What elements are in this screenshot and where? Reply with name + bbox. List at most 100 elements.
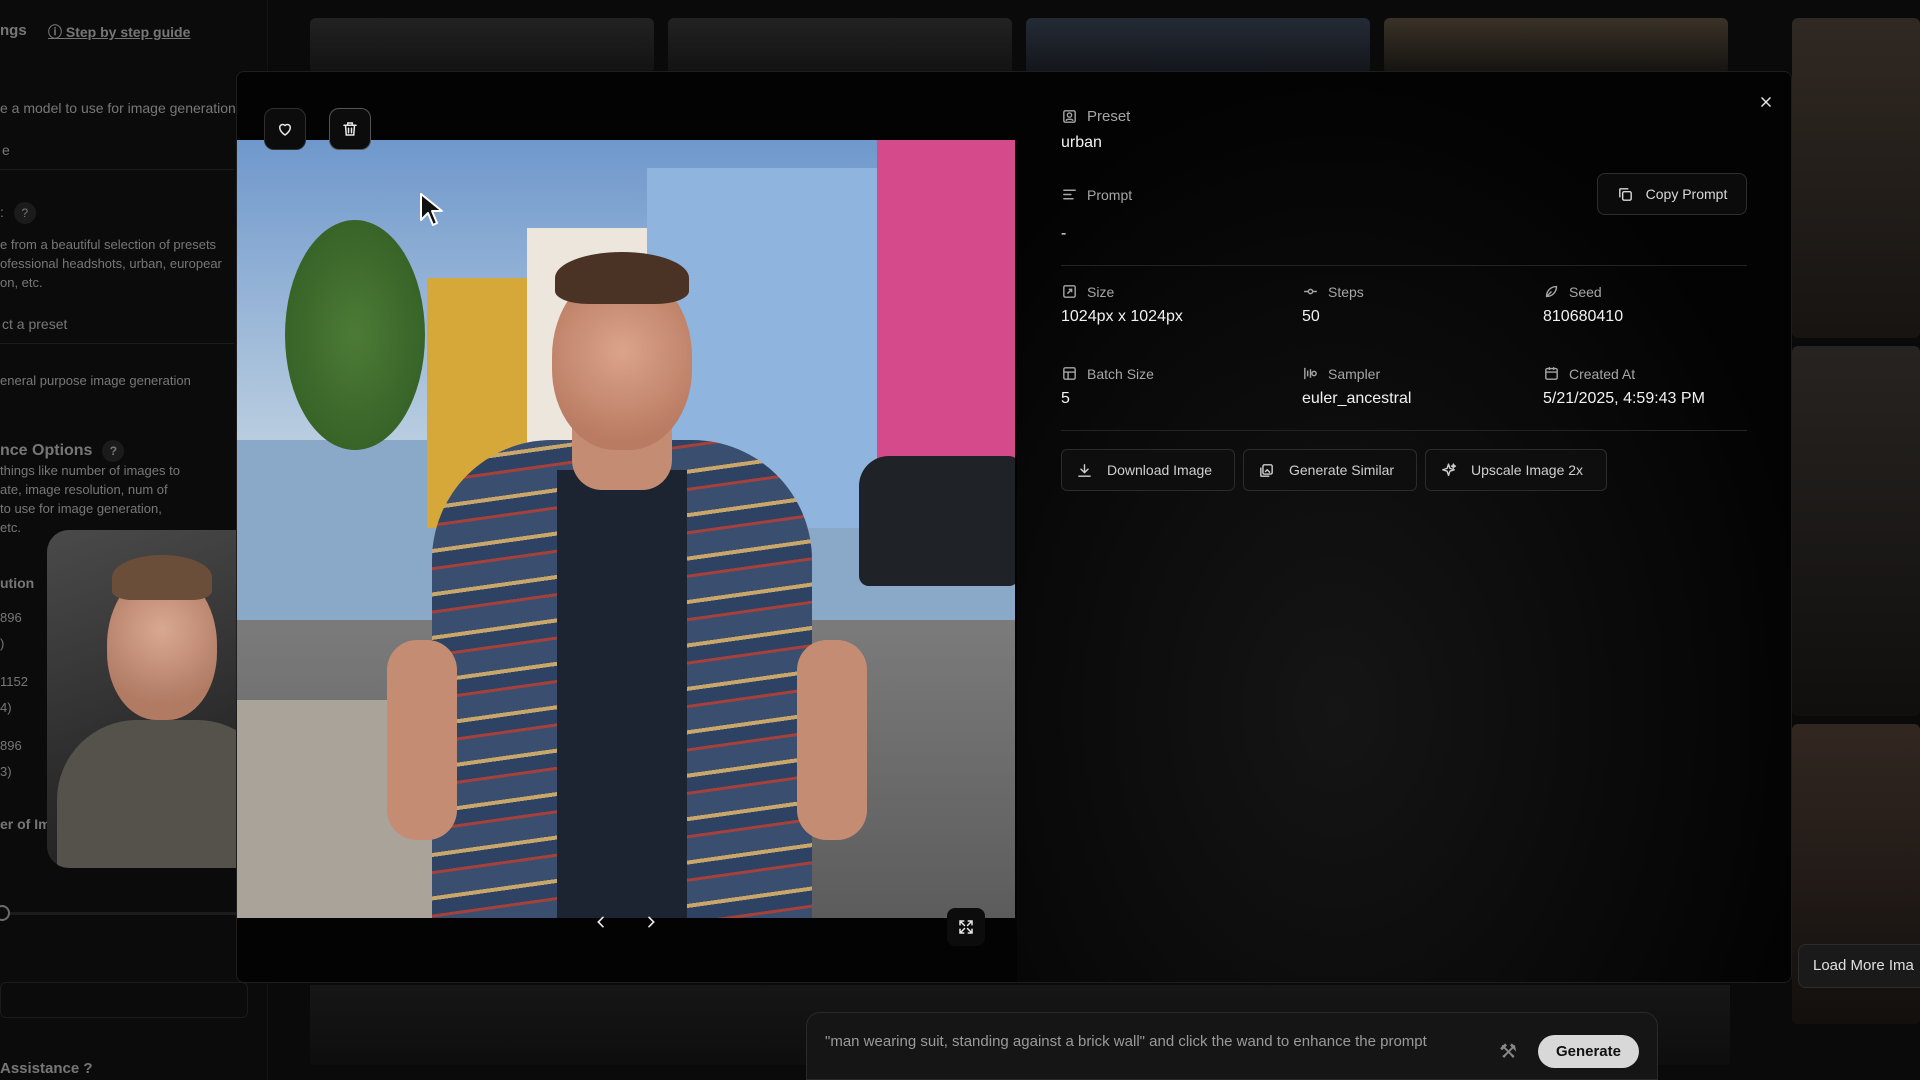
sampler-icon (1304, 367, 1317, 380)
generate-similar-button[interactable]: Generate Similar (1243, 449, 1417, 491)
steps-label-text: Steps (1328, 283, 1364, 300)
preset-select-value: ct a preset (2, 316, 68, 332)
webcam-hair (112, 555, 212, 600)
advanced-options-label: nce Options (0, 442, 93, 459)
help-circle-icon: ⓘ (48, 24, 66, 40)
chevron-left-icon (597, 916, 604, 928)
download-image-button[interactable]: Download Image (1061, 449, 1235, 491)
gallery-thumb[interactable] (310, 18, 654, 74)
batch-icon (1063, 367, 1076, 380)
preset-header: :? (0, 202, 36, 224)
image-car (859, 456, 1015, 586)
image-person-arm (387, 640, 457, 840)
calendar-icon (1545, 367, 1558, 380)
preset-label: Preset (1061, 108, 1130, 125)
seed-icon (1545, 285, 1558, 298)
res-option-3[interactable]: 896 (0, 738, 22, 753)
res-option-1-sub: ) (0, 636, 5, 651)
num-images-label: er of Im (0, 816, 51, 832)
copy-prompt-button[interactable]: Copy Prompt (1597, 173, 1747, 215)
gallery-thumb[interactable] (668, 18, 1012, 74)
preset-icon (1063, 110, 1076, 123)
image-details-panel: Preset urban Prompt - Copy Prompt Size 1… (1061, 72, 1761, 982)
guide-link-label: Step by step guide (65, 24, 191, 40)
gallery-thumb[interactable] (1792, 346, 1920, 716)
sidebar-input[interactable] (0, 982, 248, 1018)
num-images-slider[interactable] (0, 912, 236, 915)
res-option-1-a: 896 (0, 610, 22, 625)
download-icon (1078, 463, 1091, 477)
image-tree (285, 220, 425, 450)
advanced-options-title: nce Options? (0, 440, 125, 462)
steps-value: 50 (1302, 308, 1320, 325)
seed-value: 810680410 (1543, 308, 1624, 325)
steps-label: Steps (1302, 283, 1364, 300)
download-image-label: Download Image (1107, 462, 1213, 478)
model-hint: e a model to use for image generation (0, 100, 236, 116)
steps-icon (1304, 288, 1317, 295)
close-icon (1761, 97, 1771, 107)
upscale-image-label: Upscale Image 2x (1471, 462, 1584, 478)
fullscreen-button[interactable] (947, 908, 985, 946)
model-select[interactable]: e (0, 132, 234, 170)
prompt-input[interactable]: "man wearing suit, standing against a br… (825, 1031, 1465, 1053)
prompt-label-text: Prompt (1087, 186, 1133, 203)
res-option-3-sub: 3) (0, 764, 12, 779)
gallery-thumb[interactable] (1792, 18, 1920, 338)
res-option-2-a: 1152 (0, 674, 28, 689)
magic-wand-icon[interactable]: ⚒ (1499, 1039, 1517, 1064)
advanced-help-icon[interactable]: ? (102, 440, 125, 462)
adv-desc-3: to use for image generation, (0, 501, 162, 516)
gallery-thumb[interactable] (1384, 18, 1728, 74)
created-at-label: Created At (1543, 365, 1635, 382)
divider (1061, 265, 1747, 266)
next-image-button[interactable] (637, 908, 665, 936)
res-option-2[interactable]: 1152 (0, 674, 28, 689)
general-purpose-text: eneral purpose image generation (0, 373, 191, 388)
sparkles-icon (1442, 462, 1457, 476)
preset-help-icon[interactable]: ? (13, 202, 36, 224)
upscale-image-button[interactable]: Upscale Image 2x (1425, 449, 1607, 491)
size-label: Size (1061, 283, 1114, 300)
assistance-label: Assistance ? (0, 1060, 93, 1077)
expand-icon (959, 920, 973, 934)
resize-icon (1063, 285, 1076, 298)
sampler-label-text: Sampler (1328, 365, 1381, 382)
prompt-value: - (1061, 225, 1067, 242)
mouse-cursor-icon (419, 192, 445, 233)
favorite-button[interactable] (264, 108, 306, 150)
slider-handle[interactable] (0, 905, 10, 921)
heart-icon (279, 123, 291, 136)
prompt-bar: "man wearing suit, standing against a br… (806, 1012, 1658, 1080)
created-label-text: Created At (1569, 365, 1636, 382)
load-more-button[interactable]: Load More Ima (1798, 944, 1920, 988)
generated-image (237, 140, 1015, 918)
res-option-2-sub: 4) (0, 700, 12, 715)
prompt-label: Prompt (1061, 186, 1132, 203)
preset-value: urban (1061, 134, 1102, 151)
res-option-1[interactable]: 896 (0, 610, 22, 625)
seed-label-text: Seed (1569, 283, 1602, 300)
adv-desc-4: etc. (0, 520, 21, 535)
delete-button[interactable] (329, 108, 371, 150)
adv-desc-2: ate, image resolution, num of (0, 482, 168, 497)
preset-desc-2: ofessional headshots, urban, europear (0, 256, 222, 271)
generate-button[interactable]: Generate (1537, 1035, 1639, 1068)
size-label-text: Size (1087, 283, 1115, 300)
batch-label-text: Batch Size (1087, 365, 1154, 382)
previous-image-button[interactable] (587, 908, 615, 936)
sampler-value: euler_ancestral (1302, 390, 1412, 407)
preset-select[interactable]: ct a preset (0, 306, 234, 344)
trash-icon (343, 122, 357, 136)
prompt-lines-icon (1063, 189, 1076, 200)
image-person-arm (797, 640, 867, 840)
guide-link[interactable]: ⓘ Step by step guide (48, 22, 190, 42)
adv-desc-1: things like number of images to (0, 463, 180, 478)
gallery-thumb[interactable] (1026, 18, 1370, 74)
sidebar-title: ngs (0, 22, 27, 39)
image-copy-icon (1260, 463, 1273, 477)
divider (1061, 430, 1747, 431)
preset-label-text: Preset (1087, 108, 1131, 125)
image-person-tee (557, 470, 687, 918)
app-screen: ngs ⓘ Step by step guide e a model to us… (0, 0, 1920, 1080)
